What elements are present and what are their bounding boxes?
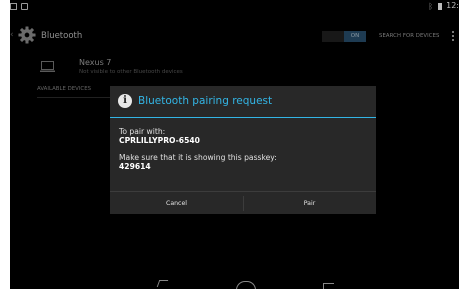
info-icon: i [118,94,132,108]
back-icon[interactable] [156,280,169,287]
home-icon[interactable] [236,281,256,289]
cancel-button[interactable]: Cancel [110,192,243,215]
dialog-button-bar: Cancel Pair [110,191,376,215]
bluetooth-icon: ᛒ [428,2,433,11]
dialog-body: To pair with: CPRLILLYPRO-6540 Make sure… [119,127,369,171]
navigation-bar [10,278,459,289]
pair-with-label: To pair with: [119,127,166,136]
android-screen: ᛒ 12: ‹ Bluetooth ON SEARCH FOR DEVICES [10,0,459,289]
passkey-prompt: Make sure that it is showing this passke… [119,153,277,162]
battery-icon [438,3,442,10]
passkey-value: 429614 [119,162,151,171]
dialog-title: Bluetooth pairing request [138,95,273,107]
clock: 12: [446,1,459,10]
device-identifier: CPRLILLYPRO-6540 [119,136,200,145]
pairing-dialog: i Bluetooth pairing request To pair with… [110,86,376,214]
notification-icon [10,3,17,10]
screenshot-notification-icon [21,3,28,10]
status-bar: ᛒ 12: [10,0,459,14]
pair-button[interactable]: Pair [243,192,376,215]
device-frame: ᛒ 12: ‹ Bluetooth ON SEARCH FOR DEVICES [0,0,464,289]
recent-apps-icon[interactable] [323,283,334,289]
dialog-title-divider [110,117,376,118]
dialog-header: i Bluetooth pairing request [110,86,376,117]
